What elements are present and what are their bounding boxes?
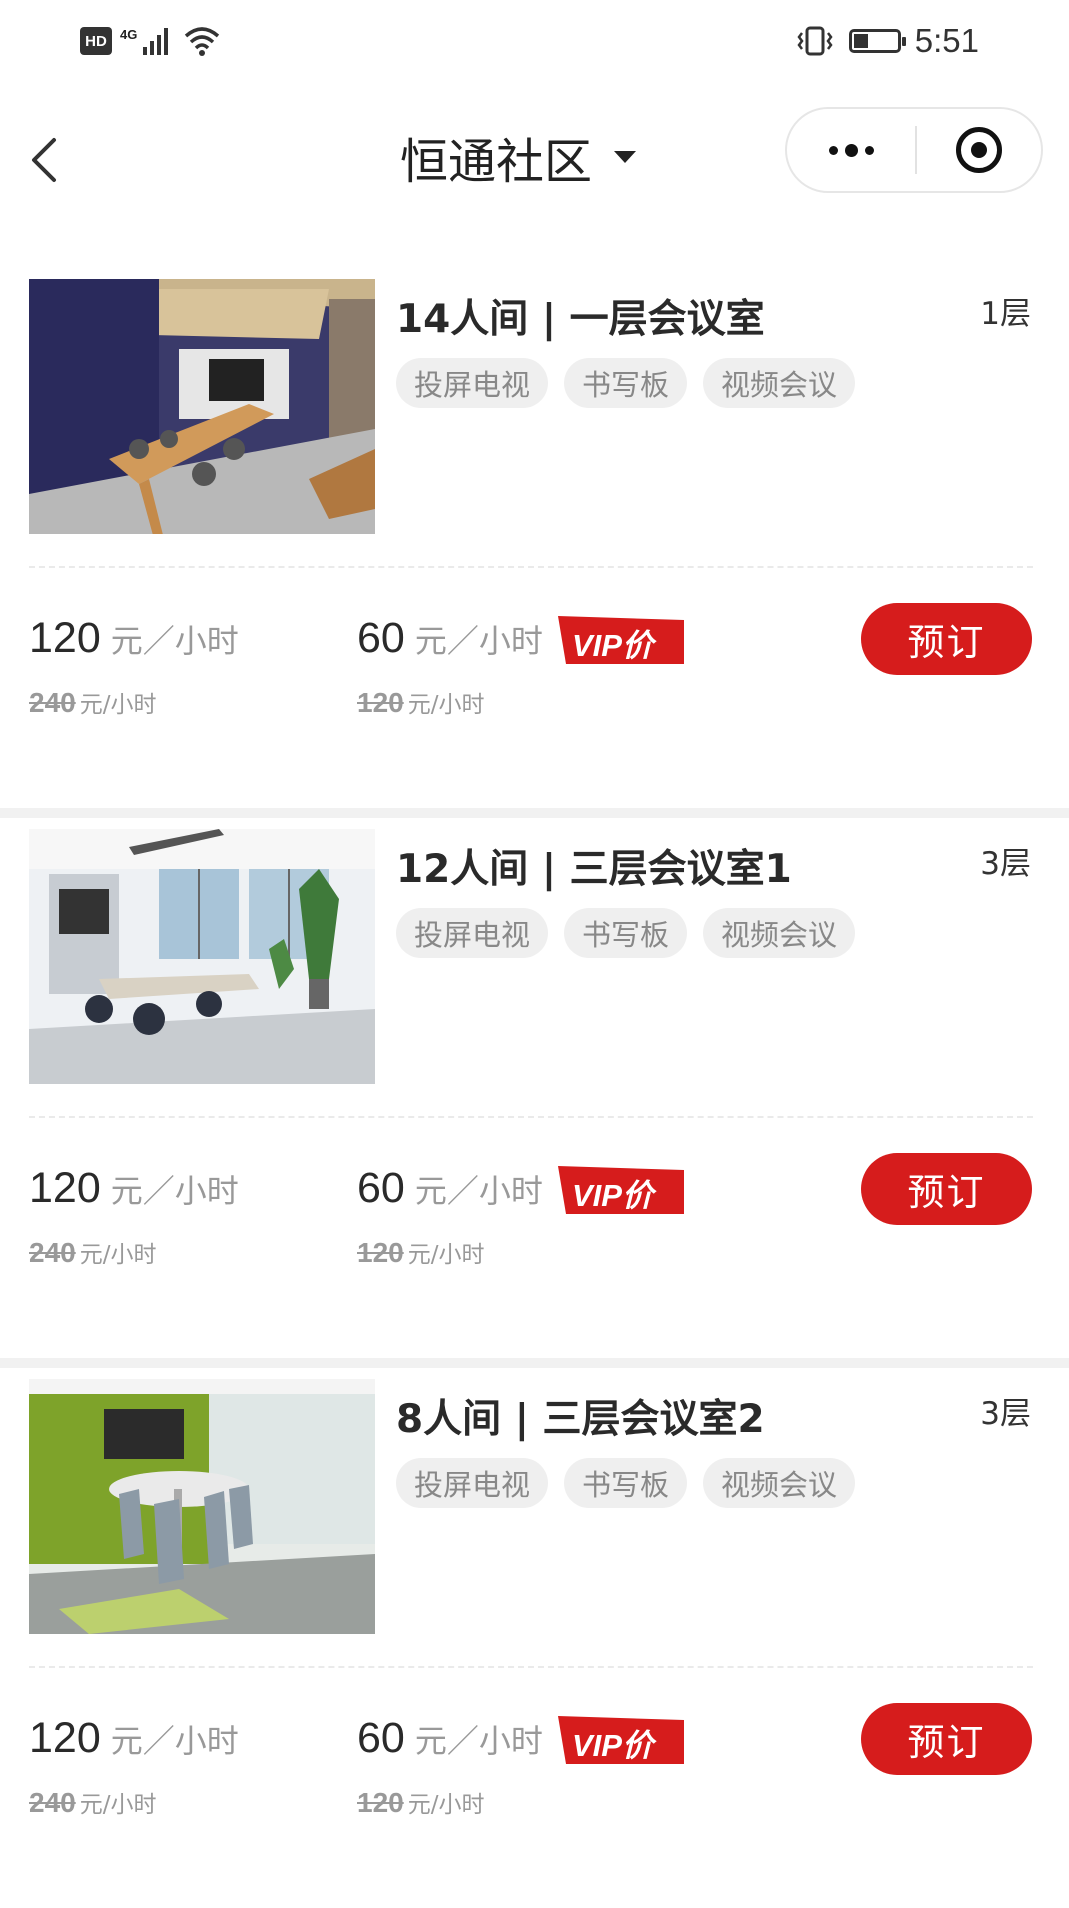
signal-icon	[143, 27, 169, 55]
vip-original-price-value: 120	[357, 687, 404, 718]
price-value: 120	[29, 1164, 101, 1212]
room-tags: 投屏电视 书写板 视频会议	[396, 358, 856, 408]
vip-badge: VIP价	[558, 1166, 684, 1214]
status-bar: HD 4G 5:51	[0, 0, 1069, 90]
tag-projection-tv: 投屏电视	[396, 908, 549, 958]
community-selector[interactable]: 恒通社区	[400, 122, 637, 192]
tag-video-conference: 视频会议	[703, 1458, 856, 1508]
tag-projection-tv: 投屏电视	[396, 1458, 549, 1508]
status-right: 5:51	[795, 22, 979, 60]
status-left: HD 4G	[80, 26, 220, 56]
original-price-value: 240	[29, 1787, 76, 1818]
vip-original-price-unit: 元/小时	[407, 1792, 485, 1818]
section-separator	[0, 1358, 1069, 1368]
vibrate-icon	[797, 26, 833, 56]
price-unit: 元／小时	[110, 1722, 239, 1760]
original-price-unit: 元/小时	[79, 1792, 157, 1818]
dropdown-caret-icon	[614, 151, 637, 163]
section-separator	[0, 808, 1069, 818]
room-list: 14人间 | 一层会议室 1层 投屏电视 书写板 视频会议 120 元／小时 2…	[0, 268, 1069, 1908]
vip-label: VIP价	[572, 1178, 653, 1213]
room-photo	[29, 829, 375, 1084]
regular-price: 120 元／小时 240 元/小时	[29, 1164, 239, 1269]
miniprogram-capsule	[785, 107, 1043, 193]
room-photo	[29, 1379, 375, 1634]
more-icon[interactable]	[787, 109, 915, 191]
close-miniprogram-icon[interactable]	[917, 109, 1041, 191]
tag-video-conference: 视频会议	[703, 908, 856, 958]
room-tags: 投屏电视 书写板 视频会议	[396, 908, 856, 958]
network-type: 4G	[120, 26, 138, 42]
back-icon[interactable]	[22, 128, 72, 188]
nav-bar: 恒通社区	[0, 100, 1069, 220]
vip-price: 60 元／小时 120 元/小时	[357, 1714, 543, 1819]
tag-whiteboard: 书写板	[564, 908, 688, 958]
room-card[interactable]: 12人间 | 三层会议室1 3层 投屏电视 书写板 视频会议 120 元／小时 …	[0, 818, 1069, 1358]
page-title: 恒通社区	[400, 134, 593, 190]
wifi-icon	[185, 27, 220, 56]
room-name: 12人间 | 三层会议室1	[396, 847, 792, 892]
room-name: 8人间 | 三层会议室2	[396, 1397, 765, 1442]
vip-original-price-value: 120	[357, 1787, 404, 1818]
tag-projection-tv: 投屏电视	[396, 358, 549, 408]
room-floor: 3层	[980, 1396, 1031, 1432]
book-button[interactable]: 预订	[861, 1703, 1032, 1775]
vip-price: 60 元／小时 120 元/小时	[357, 1164, 543, 1269]
vip-price-value: 60	[357, 1714, 405, 1762]
dashed-divider	[29, 566, 1033, 568]
vip-label: VIP价	[572, 628, 653, 663]
vip-price-value: 60	[357, 614, 405, 662]
dashed-divider	[29, 1666, 1033, 1668]
vip-badge: VIP价	[558, 616, 684, 664]
price-unit: 元／小时	[110, 1172, 239, 1210]
tag-whiteboard: 书写板	[564, 358, 688, 408]
original-price-value: 240	[29, 687, 76, 718]
vip-label: VIP价	[572, 1728, 653, 1763]
original-price-unit: 元/小时	[79, 1242, 157, 1268]
tag-video-conference: 视频会议	[703, 358, 856, 408]
original-price-value: 240	[29, 1237, 76, 1268]
room-card[interactable]: 8人间 | 三层会议室2 3层 投屏电视 书写板 视频会议 120 元／小时 2…	[0, 1368, 1069, 1908]
price-unit: 元／小时	[110, 622, 239, 660]
room-floor: 3层	[980, 846, 1031, 882]
vip-price-unit: 元／小时	[414, 1172, 543, 1210]
price-value: 120	[29, 614, 101, 662]
vip-original-price-value: 120	[357, 1237, 404, 1268]
book-button[interactable]: 预订	[861, 603, 1032, 675]
hd-badge: HD	[80, 27, 112, 55]
vip-original-price-unit: 元/小时	[407, 1242, 485, 1268]
vip-price-value: 60	[357, 1164, 405, 1212]
vip-price-unit: 元／小时	[414, 1722, 543, 1760]
room-name: 14人间 | 一层会议室	[396, 297, 765, 342]
room-floor: 1层	[980, 296, 1031, 332]
vip-price-unit: 元／小时	[414, 622, 543, 660]
status-time: 5:51	[914, 22, 979, 59]
vip-original-price-unit: 元/小时	[407, 692, 485, 718]
room-tags: 投屏电视 书写板 视频会议	[396, 1458, 856, 1508]
price-value: 120	[29, 1714, 101, 1762]
vip-badge: VIP价	[558, 1716, 684, 1764]
regular-price: 120 元／小时 240 元/小时	[29, 614, 239, 719]
dashed-divider	[29, 1116, 1033, 1118]
room-photo	[29, 279, 375, 534]
room-card[interactable]: 14人间 | 一层会议室 1层 投屏电视 书写板 视频会议 120 元／小时 2…	[0, 268, 1069, 808]
regular-price: 120 元／小时 240 元/小时	[29, 1714, 239, 1819]
original-price-unit: 元/小时	[79, 692, 157, 718]
tag-whiteboard: 书写板	[564, 1458, 688, 1508]
vip-price: 60 元／小时 120 元/小时	[357, 614, 543, 719]
battery-icon	[848, 29, 906, 53]
book-button[interactable]: 预订	[861, 1153, 1032, 1225]
